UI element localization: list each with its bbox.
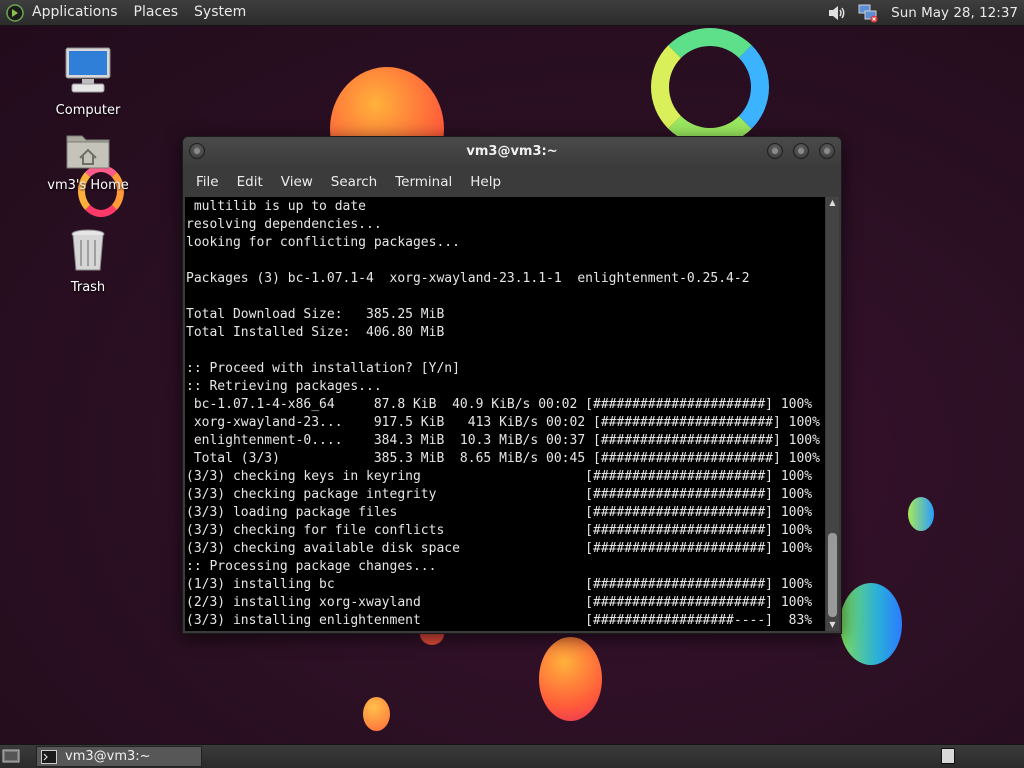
terminal-line: :: Proceed with installation? [Y/n] bbox=[186, 361, 460, 376]
window-title: vm3@vm3:~ bbox=[466, 144, 558, 159]
terminal-line: (3/3) checking keys in keyring [########… bbox=[186, 469, 813, 484]
terminal-line: (2/3) installing xorg-xwayland [########… bbox=[186, 595, 813, 610]
terminal-scrollbar[interactable]: ▲ ▼ bbox=[826, 197, 839, 631]
trash-icon bbox=[71, 229, 105, 271]
terminal-line: :: Processing package changes... bbox=[186, 559, 437, 574]
terminal-line: (3/3) loading package files [###########… bbox=[186, 505, 813, 520]
top-panel: Applications Places System Sun May 28, 1… bbox=[0, 0, 1024, 26]
terminal-line: (3/3) checking for file conflicts [#####… bbox=[186, 523, 813, 538]
clock[interactable]: Sun May 28, 12:37 bbox=[883, 5, 1024, 21]
show-desktop-icon[interactable] bbox=[2, 748, 20, 764]
terminal-text: multilib is up to date resolving dependen… bbox=[185, 197, 825, 630]
scrollbar-thumb[interactable] bbox=[828, 533, 837, 617]
menu-edit[interactable]: Edit bbox=[228, 174, 272, 190]
menu-view[interactable]: View bbox=[272, 174, 322, 190]
distro-logo-icon[interactable] bbox=[0, 3, 24, 22]
bottom-panel: vm3@vm3:~ bbox=[0, 744, 1024, 768]
taskbar-task-label: vm3@vm3:~ bbox=[65, 749, 151, 764]
top-panel-tray: Sun May 28, 12:37 bbox=[821, 0, 1024, 25]
menu-help[interactable]: Help bbox=[461, 174, 510, 190]
close-button[interactable] bbox=[819, 143, 835, 159]
terminal-line: (1/3) installing bc [###################… bbox=[186, 577, 813, 592]
terminal-line: enlightenment-0.... 384.3 MiB 10.3 MiB/s… bbox=[186, 433, 820, 448]
desktop-icon-label: Trash bbox=[70, 280, 106, 295]
volume-icon[interactable] bbox=[821, 4, 853, 22]
desktop-icon-trash[interactable]: Trash bbox=[38, 226, 138, 295]
terminal-line: Total Download Size: 385.25 MiB bbox=[186, 307, 445, 322]
minimize-button[interactable] bbox=[767, 143, 783, 159]
computer-icon bbox=[65, 47, 111, 93]
wallpaper-orange-egg bbox=[539, 637, 602, 721]
window-menu-button[interactable] bbox=[189, 143, 205, 159]
workspace-switcher[interactable] bbox=[941, 748, 955, 764]
terminal-output[interactable]: multilib is up to date resolving dependen… bbox=[185, 197, 825, 631]
menu-file[interactable]: File bbox=[187, 174, 228, 190]
taskbar-terminal-button[interactable]: vm3@vm3:~ bbox=[36, 746, 202, 767]
scroll-up-arrow-icon[interactable]: ▲ bbox=[826, 197, 839, 209]
terminal-window[interactable]: vm3@vm3:~ File Edit View Search Terminal… bbox=[182, 136, 842, 634]
desktop-icon-label: Computer bbox=[55, 103, 121, 118]
terminal-line: (3/3) checking available disk space [###… bbox=[186, 541, 813, 556]
terminal-menubar: File Edit View Search Terminal Help bbox=[183, 169, 841, 195]
terminal-icon bbox=[41, 749, 57, 764]
terminal-line: xorg-xwayland-23... 917.5 KiB 413 KiB/s … bbox=[186, 415, 820, 430]
desktop-icon-home[interactable]: vm3's Home bbox=[38, 128, 138, 193]
terminal-line: Total (3/3) 385.3 MiB 8.65 MiB/s 00:45 [… bbox=[186, 451, 820, 466]
places-menu[interactable]: Places bbox=[126, 0, 187, 25]
terminal-line: looking for conflicting packages... bbox=[186, 235, 460, 250]
home-folder-icon bbox=[66, 135, 110, 169]
terminal-line: resolving dependencies... bbox=[186, 217, 382, 232]
terminal-line: :: Retrieving packages... bbox=[186, 379, 382, 394]
scroll-down-arrow-icon[interactable]: ▼ bbox=[826, 619, 839, 631]
desktop-icon-label: vm3's Home bbox=[47, 178, 129, 193]
maximize-button[interactable] bbox=[793, 143, 809, 159]
terminal-line: (3/3) installing enlightenment [########… bbox=[186, 613, 813, 628]
system-menu[interactable]: System bbox=[186, 0, 254, 25]
wallpaper-teal-blob bbox=[840, 583, 902, 665]
menu-search[interactable]: Search bbox=[322, 174, 386, 190]
wallpaper-blue-blob bbox=[908, 497, 934, 531]
terminal-line: multilib is up to date bbox=[186, 199, 367, 214]
terminal-line: Total Installed Size: 406.80 MiB bbox=[186, 325, 445, 340]
applications-menu[interactable]: Applications bbox=[24, 0, 126, 25]
menu-terminal[interactable]: Terminal bbox=[386, 174, 461, 190]
window-titlebar[interactable]: vm3@vm3:~ bbox=[183, 137, 841, 169]
terminal-line: Packages (3) bc-1.07.1-4 xorg-xwayland-2… bbox=[186, 271, 750, 286]
wallpaper-ring bbox=[651, 28, 769, 146]
wallpaper-small-orange bbox=[363, 697, 390, 731]
desktop-icon-computer[interactable]: Computer bbox=[38, 45, 138, 118]
network-icon[interactable] bbox=[853, 3, 883, 23]
terminal-line: (3/3) checking package integrity [######… bbox=[186, 487, 813, 502]
terminal-line: bc-1.07.1-4-x86_64 87.8 KiB 40.9 KiB/s 0… bbox=[186, 397, 813, 412]
